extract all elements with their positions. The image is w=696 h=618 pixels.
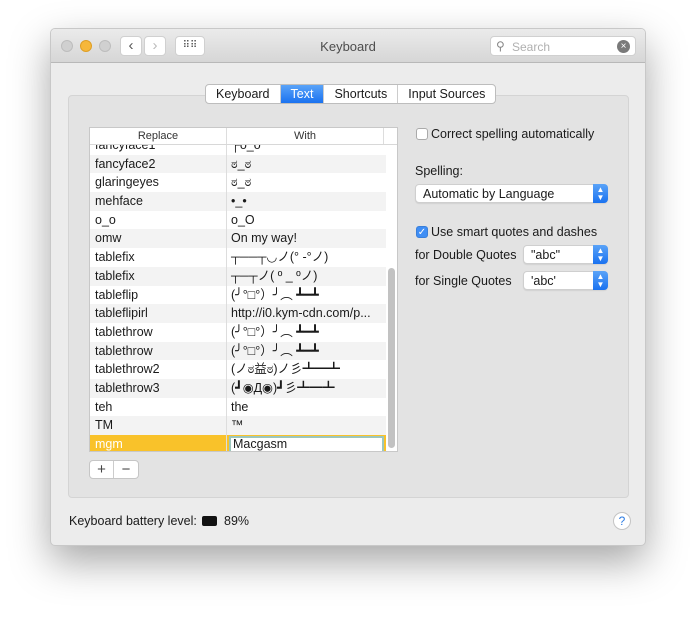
replace-cell[interactable]: tablefix (90, 266, 227, 286)
table-body: fancyface1 ┌o_o fancyface2 ಠ_ಠ glaringeyes ಠ_… (90, 136, 386, 451)
replace-cell[interactable]: mehface (90, 192, 227, 211)
scrollbar[interactable] (388, 268, 395, 448)
replace-cell[interactable]: tablethrow (90, 341, 227, 361)
text-replacement-table[interactable]: Replace With fancyface1 ┌o_o fancyface2 ಠ_ಠ… (89, 127, 398, 452)
with-cell[interactable]: o_O (227, 211, 386, 230)
replace-cell[interactable]: tableflip (90, 285, 227, 305)
add-button[interactable]: + (90, 461, 114, 478)
with-cell[interactable]: (╯°□°）╯︵ ┻━┻ (227, 323, 386, 342)
with-cell[interactable]: (╯°□°）╯︵ ┻━┻ (227, 286, 386, 305)
battery-icon (202, 516, 217, 526)
with-cell[interactable]: ┬─┬ノ( º _ ºノ) (227, 267, 386, 286)
table-row[interactable]: glaringeyes ಠ_ಠ (90, 173, 386, 193)
spelling-label: Spelling: (415, 164, 463, 178)
replace-cell[interactable]: omw (90, 229, 227, 249)
replace-cell[interactable]: tablefix (90, 248, 227, 267)
table-header: Replace With (90, 128, 397, 145)
chevron-updown-icon: ▲ ▼ (593, 245, 608, 264)
battery-value: 89% (224, 514, 250, 528)
with-edit-field[interactable]: Macgasm (229, 436, 384, 451)
with-cell[interactable]: (╯°□°）╯︵ ┻━┻ (227, 342, 386, 361)
tab-keyboard[interactable]: Keyboard (206, 85, 281, 103)
replace-cell[interactable]: TM (90, 416, 227, 435)
tab-bar: Keyboard Text Shortcuts Input Sources (205, 84, 497, 104)
search-placeholder: Search (512, 40, 551, 54)
table-row[interactable]: omw On my way! (90, 229, 386, 249)
search-input[interactable]: ⚲ Search × (490, 36, 636, 56)
double-quotes-label: for Double Quotes (415, 248, 517, 262)
table-row[interactable]: fancyface2 ಠ_ಠ (90, 154, 386, 174)
replace-cell[interactable]: tablethrow (90, 322, 227, 342)
with-cell[interactable]: ಠ_ಠ (227, 155, 386, 174)
smart-quotes-label: Use smart quotes and dashes (431, 225, 598, 239)
table-row[interactable]: teh the (90, 397, 386, 417)
title-bar: ‹ › ⠿⠿ Keyboard ⚲ Search × (51, 29, 645, 63)
tab-text[interactable]: Text (280, 85, 325, 103)
remove-button[interactable]: − (114, 461, 138, 478)
table-row[interactable]: o_o o_O (90, 210, 386, 230)
replace-cell[interactable]: teh (90, 397, 227, 417)
replace-cell[interactable]: tablethrow3 (90, 378, 227, 398)
keyboard-preferences-window: ‹ › ⠿⠿ Keyboard ⚲ Search × Keyboard Text… (50, 28, 646, 546)
table-row[interactable]: tablethrow (╯°□°）╯︵ ┻━┻ (90, 341, 386, 361)
spelling-select[interactable]: Automatic by Language ▲ ▼ (415, 184, 608, 203)
with-cell[interactable]: •_• (227, 192, 386, 211)
table-row[interactable]: mgm Macgasm (90, 435, 386, 451)
tab-shortcuts[interactable]: Shortcuts (324, 85, 399, 103)
single-quotes-label: for Single Quotes (415, 274, 512, 288)
clear-search-icon[interactable]: × (617, 40, 630, 53)
add-remove-buttons: + − (89, 460, 139, 479)
replace-cell[interactable]: tablethrow2 (90, 360, 227, 379)
double-quotes-value: "abc" (531, 248, 561, 262)
replace-cell[interactable]: fancyface2 (90, 154, 227, 174)
table-row[interactable]: tablefix ┬──┬◡ノ(° -°ノ) (90, 248, 386, 267)
with-cell[interactable]: (ノಠ益ಠ)ノ彡┻━┻ (227, 360, 386, 379)
table-row[interactable]: tablethrow2 (ノಠ益ಠ)ノ彡┻━┻ (90, 360, 386, 379)
with-cell[interactable]: ┬──┬◡ノ(° -°ノ) (227, 248, 386, 267)
table-row[interactable]: tableflip (╯°□°）╯︵ ┻━┻ (90, 285, 386, 305)
single-quotes-value: 'abc' (531, 274, 556, 288)
text-panel: Replace With fancyface1 ┌o_o fancyface2 ಠ_ಠ… (68, 95, 629, 498)
table-row[interactable]: tableflipirl http://i0.kym-cdn.com/p... (90, 304, 386, 323)
with-cell[interactable]: ಠ_ಠ (227, 173, 386, 192)
with-cell[interactable]: On my way! (227, 229, 386, 248)
replace-cell[interactable]: o_o (90, 210, 227, 230)
replace-cell[interactable]: glaringeyes (90, 173, 227, 193)
correct-spelling-label: Correct spelling automatically (431, 127, 595, 141)
tab-input-sources[interactable]: Input Sources (398, 85, 495, 103)
with-cell[interactable]: the (227, 398, 386, 417)
spelling-value: Automatic by Language (423, 187, 555, 201)
column-header-replace[interactable]: Replace (90, 128, 227, 144)
replace-cell[interactable]: mgm (90, 435, 227, 451)
smart-quotes-checkbox[interactable]: ✓ (416, 226, 428, 238)
search-icon: ⚲ (496, 39, 505, 53)
with-cell[interactable]: ™ (227, 416, 386, 435)
with-cell[interactable]: (┛◉Д◉)┛彡┻━┻ (227, 379, 386, 398)
table-row[interactable]: TM ™ (90, 416, 386, 435)
help-button[interactable]: ? (613, 512, 631, 530)
table-row[interactable]: tablefix ┬─┬ノ( º _ ºノ) (90, 266, 386, 286)
double-quotes-select[interactable]: "abc" ▲ ▼ (523, 245, 608, 264)
chevron-updown-icon: ▲ ▼ (593, 184, 608, 203)
single-quotes-select[interactable]: 'abc' ▲ ▼ (523, 271, 608, 290)
with-cell[interactable]: Macgasm (227, 435, 386, 451)
replace-cell[interactable]: tableflipirl (90, 304, 227, 323)
table-row[interactable]: tablethrow (╯°□°）╯︵ ┻━┻ (90, 322, 386, 342)
with-cell[interactable]: http://i0.kym-cdn.com/p... (227, 304, 386, 323)
chevron-updown-icon: ▲ ▼ (593, 271, 608, 290)
table-row[interactable]: mehface •_• (90, 192, 386, 211)
correct-spelling-checkbox[interactable] (416, 128, 428, 140)
table-row[interactable]: tablethrow3 (┛◉Д◉)┛彡┻━┻ (90, 378, 386, 398)
battery-label: Keyboard battery level: (69, 514, 197, 528)
column-header-with[interactable]: With (227, 128, 384, 144)
